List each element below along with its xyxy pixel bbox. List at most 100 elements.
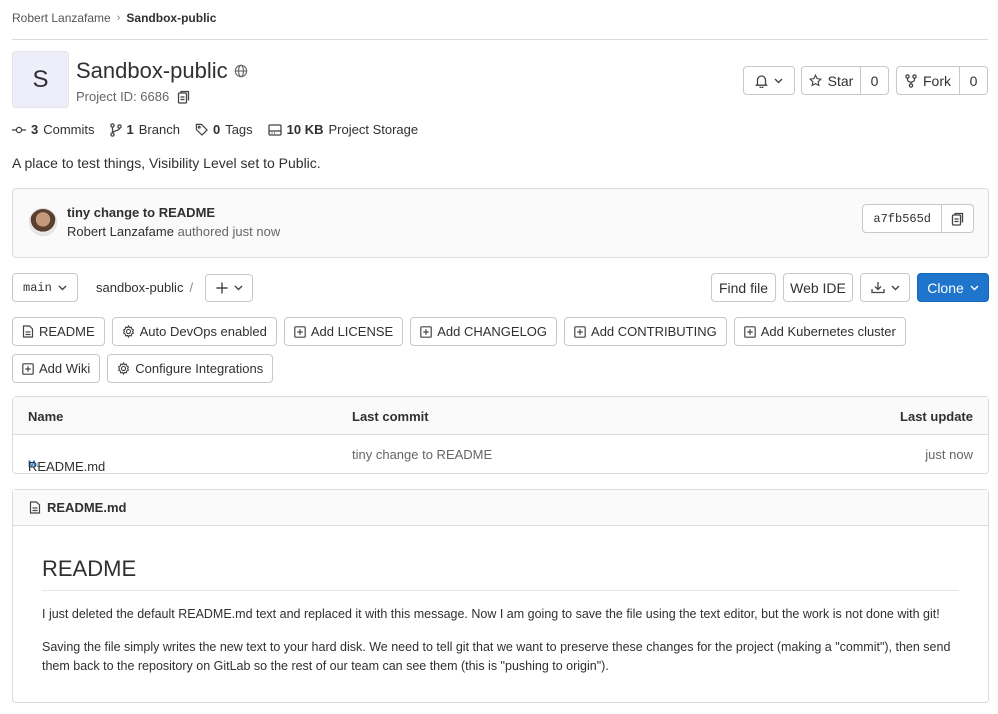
commit-sha[interactable]: a7fb565d bbox=[862, 204, 942, 233]
fork-count[interactable]: 0 bbox=[960, 66, 988, 95]
commit-time: authored just now bbox=[177, 224, 281, 239]
chip-label: Add Kubernetes cluster bbox=[760, 324, 896, 339]
auto-devops-chip[interactable]: Auto DevOps enabled bbox=[111, 317, 277, 346]
project-avatar[interactable]: S bbox=[12, 51, 69, 108]
breadcrumb-chevron-icon: › bbox=[116, 12, 121, 24]
fork-button[interactable]: Fork bbox=[896, 66, 960, 95]
add-changelog-chip[interactable]: Add CHANGELOG bbox=[410, 317, 558, 346]
star-count[interactable]: 0 bbox=[861, 66, 889, 95]
gear-icon bbox=[122, 325, 135, 338]
chevron-down-icon bbox=[774, 78, 783, 84]
readme-paragraph: Saving the file simply writes the new te… bbox=[42, 640, 951, 673]
commit-meta: Robert Lanzafame authored just now bbox=[67, 224, 280, 239]
add-kubernetes-chip[interactable]: Add Kubernetes cluster bbox=[733, 317, 906, 346]
commit-sha-group: a7fb565d bbox=[862, 204, 974, 233]
copy-sha-button[interactable] bbox=[942, 204, 974, 233]
breadcrumb-project[interactable]: Sandbox-public bbox=[126, 11, 216, 25]
tags-label: Tags bbox=[225, 122, 253, 137]
plus-icon bbox=[216, 282, 228, 294]
breadcrumb: Robert Lanzafame › Sandbox-public bbox=[12, 11, 216, 25]
chevron-down-icon bbox=[891, 285, 900, 291]
plus-square-icon bbox=[743, 325, 756, 338]
clone-label: Clone bbox=[927, 279, 964, 296]
table-header: Name Last commit Last update bbox=[13, 397, 988, 435]
file-table: Name Last commit Last update M↓ README.m… bbox=[12, 396, 989, 474]
commits-count: 3 bbox=[31, 122, 39, 137]
add-contributing-chip[interactable]: Add CONTRIBUTING bbox=[564, 317, 727, 346]
storage-icon bbox=[268, 123, 282, 136]
storage-size: 10 KB bbox=[286, 122, 324, 137]
column-name: Name bbox=[28, 409, 64, 424]
project-id: Project ID: 6686 bbox=[76, 89, 170, 104]
configure-integrations-chip[interactable]: Configure Integrations bbox=[107, 354, 274, 383]
quick-actions: README Auto DevOps enabled Add LICENSE A… bbox=[12, 317, 962, 383]
fork-group: Fork 0 bbox=[896, 66, 988, 95]
commit-author[interactable]: Robert Lanzafame bbox=[67, 224, 174, 239]
project-id-row: Project ID: 6686 bbox=[76, 89, 190, 104]
storage-stat[interactable]: 10 KB Project Storage bbox=[268, 122, 418, 137]
readme-content: README I just deleted the default README… bbox=[13, 526, 988, 676]
commits-label: Commits bbox=[43, 122, 95, 137]
chip-label: Add CHANGELOG bbox=[437, 324, 548, 339]
readme-panel: README.md README I just deleted the defa… bbox=[12, 489, 989, 703]
readme-filename[interactable]: README.md bbox=[47, 500, 126, 515]
add-license-chip[interactable]: Add LICENSE bbox=[283, 317, 404, 346]
download-button[interactable] bbox=[860, 273, 910, 302]
bell-icon bbox=[755, 74, 768, 88]
copy-icon bbox=[951, 212, 964, 226]
author-avatar[interactable] bbox=[29, 208, 57, 236]
fork-label: Fork bbox=[923, 72, 951, 89]
star-icon bbox=[808, 74, 822, 87]
readme-paragraph: I just deleted the default README.md tex… bbox=[42, 607, 940, 621]
copy-icon[interactable] bbox=[177, 90, 190, 104]
project-stats: 3 Commits 1 Branch 0 Tags 10 KB Project … bbox=[12, 122, 433, 137]
web-ide-button[interactable]: Web IDE bbox=[783, 273, 853, 302]
star-label: Star bbox=[827, 72, 854, 89]
chip-label: Auto DevOps enabled bbox=[139, 324, 267, 339]
chip-label: Add CONTRIBUTING bbox=[591, 324, 717, 339]
tag-icon bbox=[195, 123, 208, 136]
chevron-down-icon bbox=[970, 285, 979, 291]
breadcrumb-owner[interactable]: Robert Lanzafame bbox=[12, 11, 111, 25]
readme-header: README.md bbox=[13, 490, 988, 526]
divider bbox=[12, 39, 988, 40]
readme-heading: README bbox=[42, 526, 959, 591]
last-commit-panel: tiny change to README Robert Lanzafame a… bbox=[12, 188, 989, 258]
notifications-button[interactable] bbox=[743, 66, 795, 95]
chip-label: README bbox=[39, 324, 95, 339]
commit-title[interactable]: tiny change to README bbox=[67, 205, 215, 220]
plus-square-icon bbox=[574, 325, 586, 338]
branch-label: Branch bbox=[138, 122, 180, 137]
file-name: README.md bbox=[28, 459, 106, 474]
table-row[interactable]: M↓ README.md tiny change to README just … bbox=[13, 435, 988, 474]
branch-icon bbox=[109, 122, 122, 137]
star-group: Star 0 bbox=[801, 66, 889, 95]
chip-label: Configure Integrations bbox=[135, 361, 264, 376]
chip-label: Add Wiki bbox=[39, 361, 91, 376]
download-icon bbox=[870, 281, 885, 294]
project-title-row: Sandbox-public bbox=[76, 58, 248, 84]
readme-chip[interactable]: README bbox=[12, 317, 105, 346]
globe-icon bbox=[234, 64, 248, 78]
chevron-down-icon bbox=[234, 285, 243, 291]
star-button[interactable]: Star bbox=[801, 66, 861, 95]
add-wiki-chip[interactable]: Add Wiki bbox=[12, 354, 101, 383]
branch-stat[interactable]: 1 Branch bbox=[109, 122, 180, 137]
commits-stat[interactable]: 3 Commits bbox=[12, 122, 95, 137]
plus-square-icon bbox=[22, 362, 34, 375]
file-last-commit[interactable]: tiny change to README bbox=[352, 447, 492, 462]
column-last-commit: Last commit bbox=[352, 409, 429, 424]
branch-selector[interactable]: main bbox=[12, 273, 78, 302]
add-to-tree-button[interactable] bbox=[205, 274, 253, 302]
find-file-button[interactable]: Find file bbox=[711, 273, 776, 302]
branch-name: main bbox=[23, 280, 52, 295]
plus-square-icon bbox=[294, 325, 306, 338]
commit-icon bbox=[12, 125, 26, 135]
file-icon bbox=[29, 501, 41, 514]
repo-path-root[interactable]: sandbox-public bbox=[96, 280, 183, 295]
clone-button[interactable]: Clone bbox=[917, 273, 989, 302]
plus-square-icon bbox=[420, 325, 433, 338]
chip-label: Add LICENSE bbox=[310, 324, 394, 339]
file-last-update: just now bbox=[925, 447, 973, 462]
tags-stat[interactable]: 0 Tags bbox=[195, 122, 253, 137]
